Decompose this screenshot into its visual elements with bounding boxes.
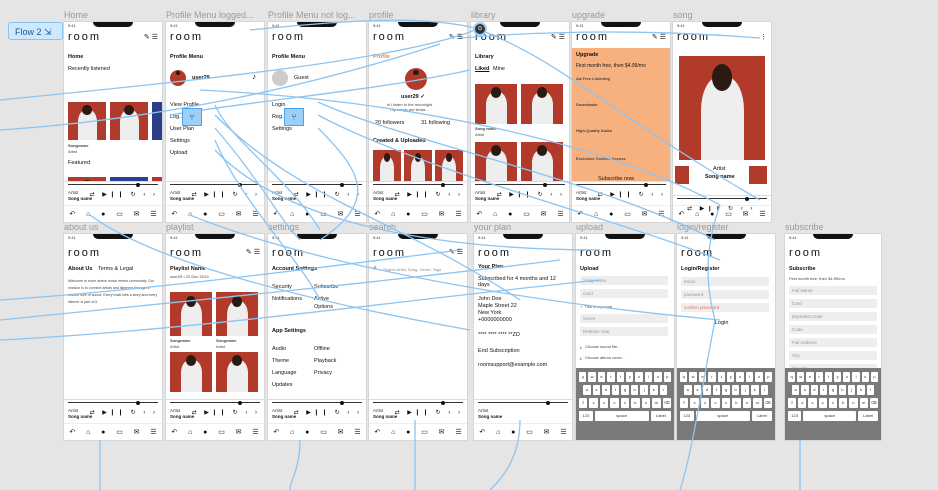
connector-node[interactable]: ⑂ [284, 108, 304, 126]
prototype-connections [0, 19, 801, 490]
flow-start-node[interactable]: ⊙ [473, 22, 487, 36]
connector-node[interactable]: ⑂ [182, 108, 202, 126]
